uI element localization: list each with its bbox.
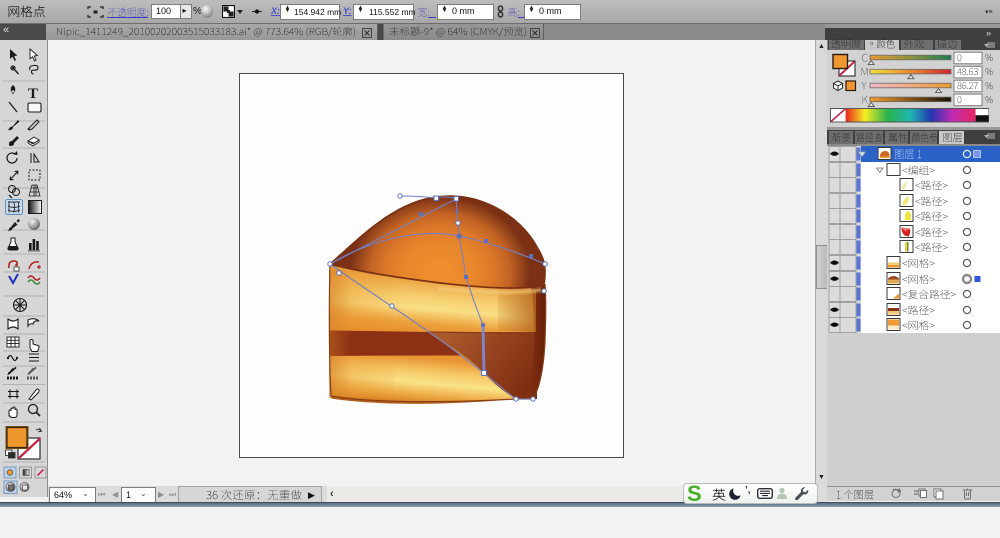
svg-text:T: T (28, 86, 38, 102)
